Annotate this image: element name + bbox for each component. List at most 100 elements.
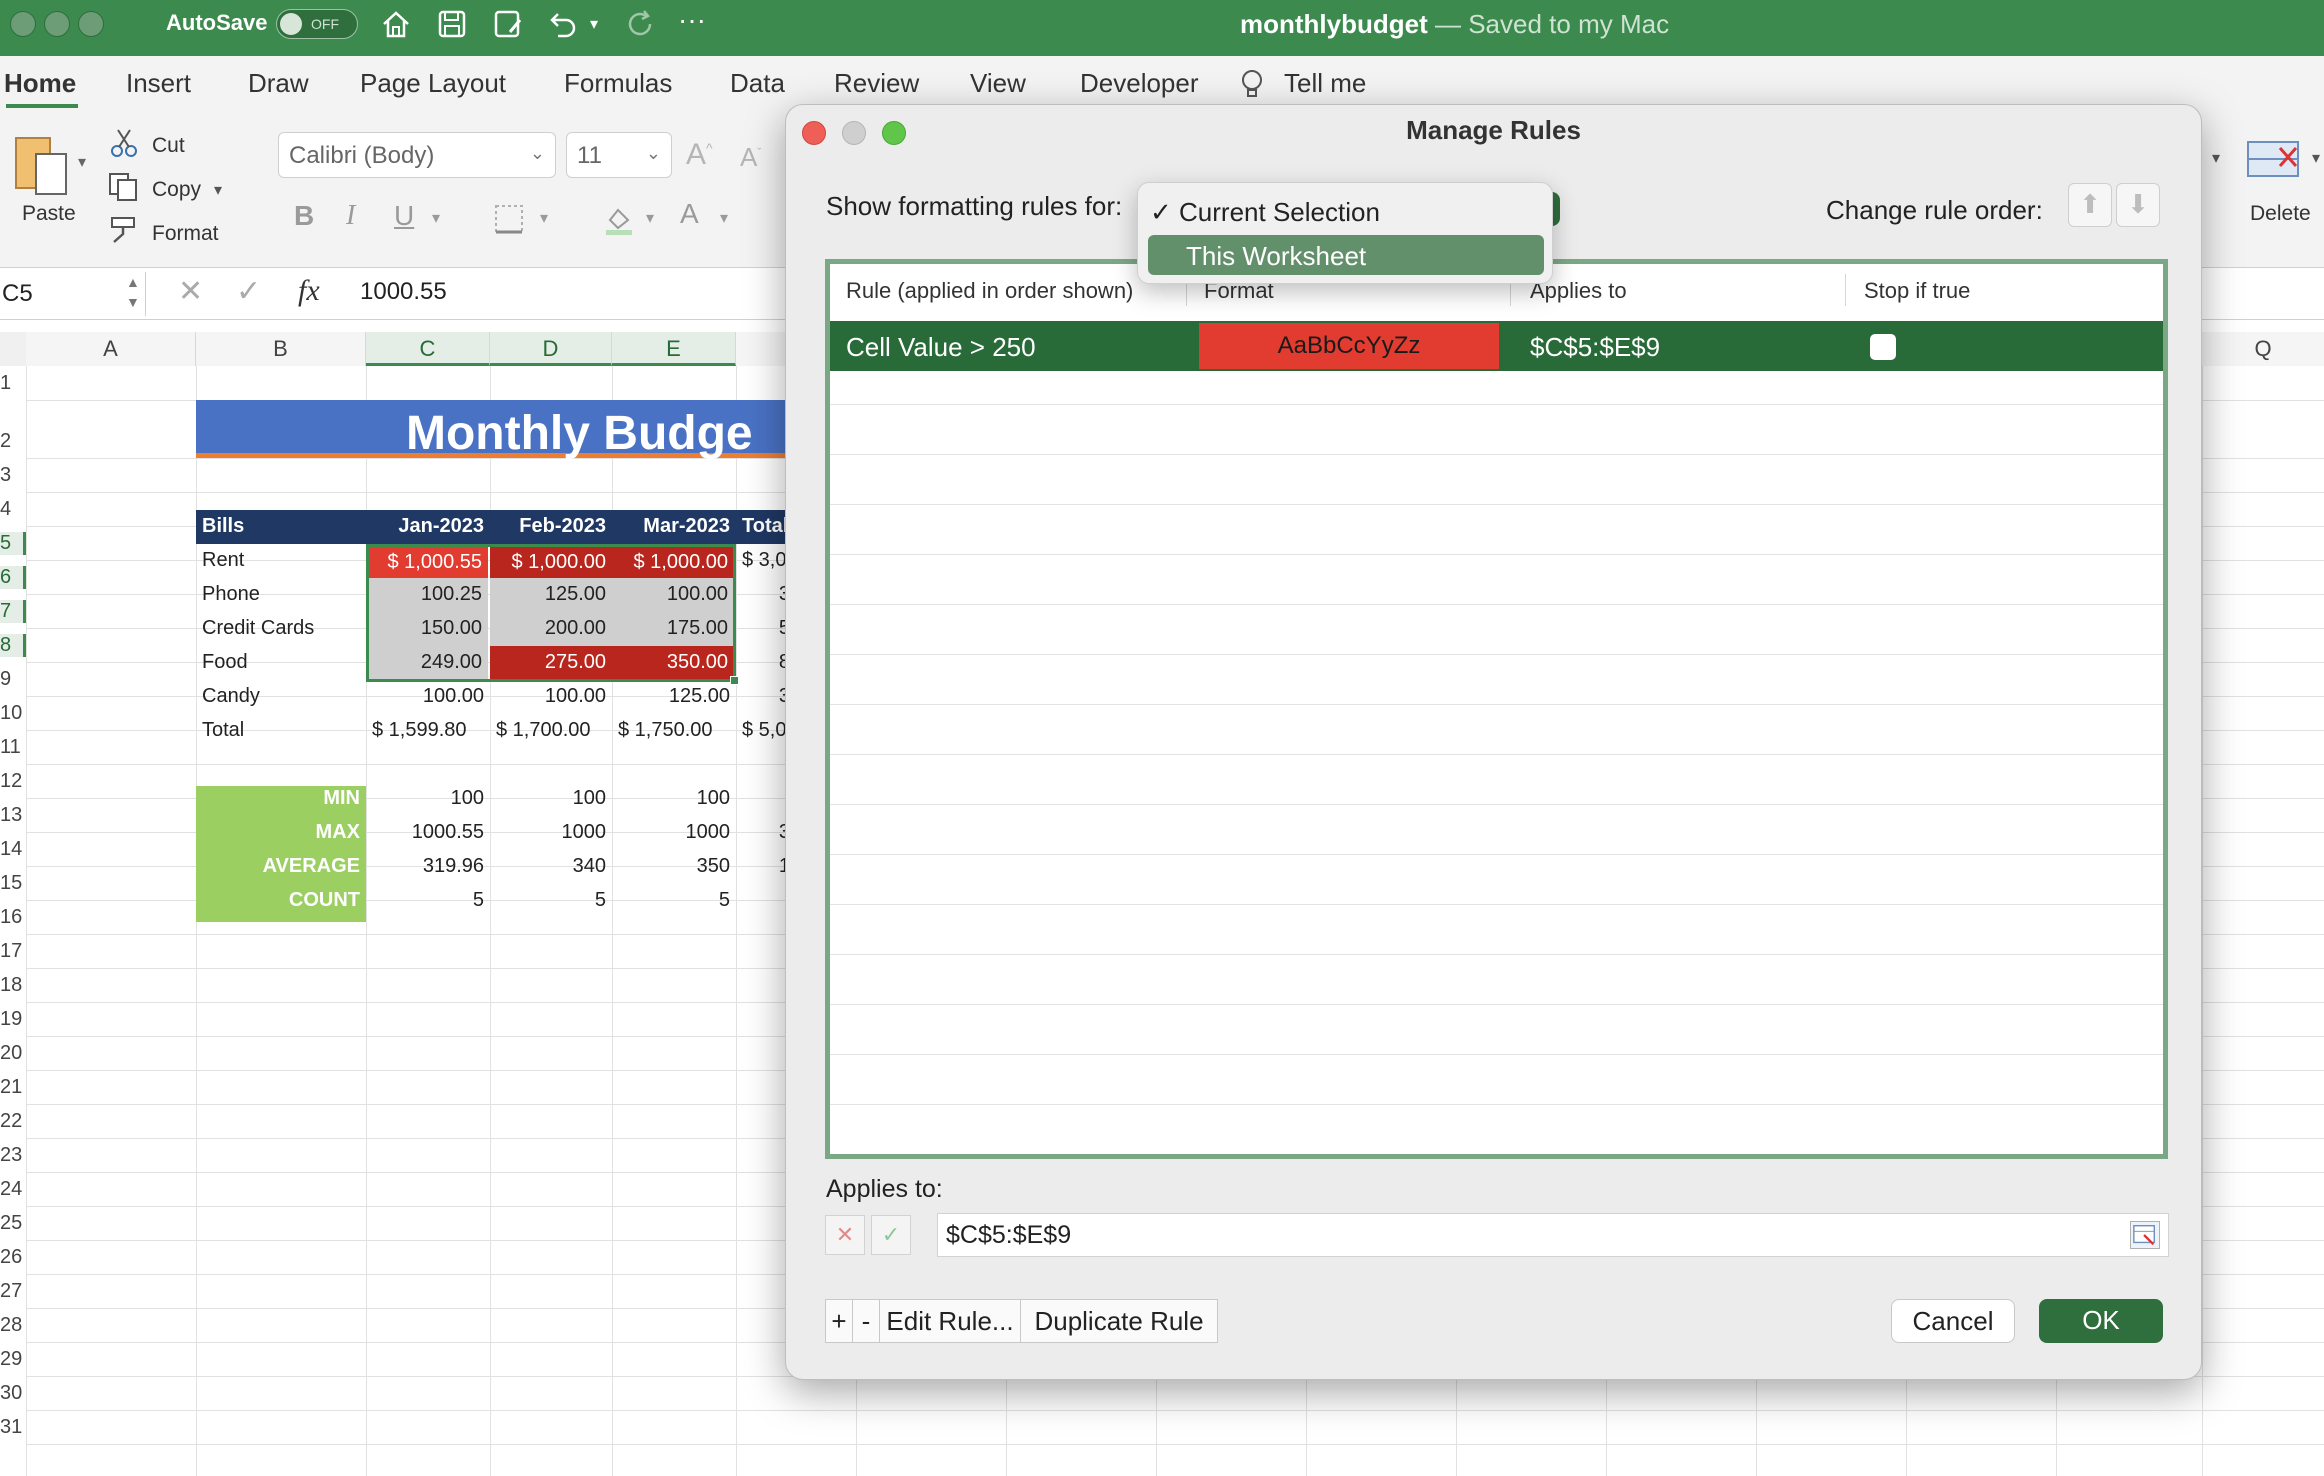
- format-painter-button[interactable]: Format: [152, 222, 219, 246]
- undo-dropdown-chevron-icon[interactable]: ▾: [590, 14, 598, 34]
- tab-home[interactable]: Home: [4, 68, 76, 99]
- underline-options-chevron-icon[interactable]: ▾: [432, 208, 440, 228]
- row-header[interactable]: 15: [0, 872, 26, 895]
- select-all-corner[interactable]: [0, 332, 26, 366]
- bill-name[interactable]: Total: [196, 714, 366, 748]
- cancel-range-icon[interactable]: ✕: [825, 1215, 865, 1255]
- decrease-font-size-icon[interactable]: Aˇ: [740, 142, 761, 173]
- borders-chevron-icon[interactable]: ▾: [540, 208, 548, 228]
- save-icon[interactable]: [434, 6, 470, 42]
- underline-icon[interactable]: U: [394, 200, 414, 232]
- column-header-a[interactable]: A: [26, 332, 196, 366]
- window-zoom-button[interactable]: [78, 11, 104, 37]
- copy-options-chevron-icon[interactable]: ▾: [214, 180, 222, 200]
- fill-handle[interactable]: [730, 676, 739, 685]
- cut-icon[interactable]: [110, 128, 138, 158]
- cell-e9[interactable]: 125.00: [612, 680, 736, 714]
- cut-button[interactable]: Cut: [152, 134, 185, 158]
- copy-button[interactable]: Copy: [152, 178, 201, 202]
- confirm-range-icon[interactable]: ✓: [871, 1215, 911, 1255]
- move-rule-down-button[interactable]: ⬇: [2116, 183, 2160, 227]
- confirm-entry-icon[interactable]: ✓: [236, 274, 261, 309]
- delete-button[interactable]: Delete: [2250, 202, 2311, 226]
- row-header[interactable]: 11: [0, 736, 26, 759]
- row-header[interactable]: 14: [0, 838, 26, 861]
- row-header[interactable]: 31: [0, 1416, 26, 1439]
- cell-c14[interactable]: 319.96: [366, 850, 490, 884]
- row-header[interactable]: 18: [0, 974, 26, 997]
- column-stop-if-true[interactable]: Stop if true: [1864, 278, 1970, 304]
- row-header[interactable]: 6: [0, 566, 26, 589]
- row-header[interactable]: 4: [0, 498, 26, 521]
- tab-page-layout[interactable]: Page Layout: [360, 68, 506, 99]
- row-header[interactable]: 16: [0, 906, 26, 929]
- rule-row[interactable]: Cell Value > 250 AaBbCcYyZz $C$5:$E$9: [830, 321, 2163, 371]
- italic-icon[interactable]: I: [346, 200, 355, 232]
- rule-scope-dropdown-menu[interactable]: ✓ Current Selection This Worksheet: [1137, 182, 1553, 284]
- format-painter-icon[interactable]: [108, 214, 140, 244]
- remove-rule-button[interactable]: -: [852, 1299, 880, 1343]
- cell-d10[interactable]: $ 1,700.00: [490, 714, 612, 748]
- row-header[interactable]: 17: [0, 940, 26, 963]
- delete-chevron-icon[interactable]: ▾: [2312, 148, 2320, 168]
- column-header-d[interactable]: D: [490, 332, 612, 366]
- cell-c15[interactable]: 5: [366, 884, 490, 918]
- header-jan[interactable]: Jan-2023: [366, 510, 490, 544]
- fill-color-icon[interactable]: [602, 204, 634, 236]
- stat-label[interactable]: MIN: [196, 782, 366, 816]
- font-color-icon[interactable]: A: [680, 198, 699, 230]
- row-header[interactable]: 24: [0, 1178, 26, 1201]
- cell-c12[interactable]: 100: [366, 782, 490, 816]
- row-header[interactable]: 25: [0, 1212, 26, 1235]
- column-header-q[interactable]: Q: [2202, 332, 2324, 366]
- tab-developer[interactable]: Developer: [1080, 68, 1199, 99]
- bill-name[interactable]: Rent: [196, 544, 366, 578]
- cell-c13[interactable]: 1000.55: [366, 816, 490, 850]
- font-size-select[interactable]: 11 ⌄: [566, 132, 672, 178]
- row-header[interactable]: 19: [0, 1008, 26, 1031]
- add-rule-button[interactable]: +: [825, 1299, 853, 1343]
- row-header[interactable]: 8: [0, 634, 26, 657]
- row-header[interactable]: 29: [0, 1348, 26, 1371]
- header-mar[interactable]: Mar-2023: [612, 510, 736, 544]
- bill-name[interactable]: Candy: [196, 680, 366, 714]
- row-header[interactable]: 3: [0, 464, 26, 487]
- tab-formulas[interactable]: Formulas: [564, 68, 672, 99]
- row-header[interactable]: 9: [0, 668, 26, 691]
- tab-insert[interactable]: Insert: [126, 68, 191, 99]
- paste-button[interactable]: Paste: [22, 202, 76, 226]
- copy-icon[interactable]: [108, 172, 140, 202]
- header-bills[interactable]: Bills: [196, 510, 366, 544]
- cancel-button[interactable]: Cancel: [1891, 1299, 2015, 1343]
- tab-data[interactable]: Data: [730, 68, 785, 99]
- delete-cells-icon[interactable]: [2244, 136, 2304, 186]
- column-header-e[interactable]: E: [612, 332, 736, 366]
- insert-function-icon[interactable]: fx: [298, 274, 320, 308]
- window-minimize-button[interactable]: [44, 11, 70, 37]
- redo-icon[interactable]: [622, 6, 658, 42]
- cell-d14[interactable]: 340: [490, 850, 612, 884]
- row-header[interactable]: 27: [0, 1280, 26, 1303]
- tab-review[interactable]: Review: [834, 68, 919, 99]
- home-icon[interactable]: [378, 6, 414, 42]
- column-header-b[interactable]: B: [196, 332, 366, 366]
- cell-e14[interactable]: 350: [612, 850, 736, 884]
- column-header-c[interactable]: C: [366, 332, 490, 366]
- cancel-entry-icon[interactable]: ✕: [178, 274, 203, 309]
- ok-button[interactable]: OK: [2039, 1299, 2163, 1343]
- tell-me-search[interactable]: Tell me: [1284, 68, 1366, 99]
- row-header[interactable]: 26: [0, 1246, 26, 1269]
- increase-font-size-icon[interactable]: A^: [686, 138, 713, 172]
- header-feb[interactable]: Feb-2023: [490, 510, 612, 544]
- applies-to-input[interactable]: $C$5:$E$9: [937, 1213, 2169, 1257]
- cell-c9[interactable]: 100.00: [366, 680, 490, 714]
- cell-e15[interactable]: 5: [612, 884, 736, 918]
- tab-view[interactable]: View: [970, 68, 1026, 99]
- option-this-worksheet[interactable]: This Worksheet: [1148, 235, 1544, 275]
- rules-list[interactable]: Rule (applied in order shown) Format App…: [825, 259, 2168, 1159]
- cell-d9[interactable]: 100.00: [490, 680, 612, 714]
- fill-color-chevron-icon[interactable]: ▾: [646, 208, 654, 228]
- bill-name[interactable]: Food: [196, 646, 366, 680]
- stop-if-true-checkbox[interactable]: [1870, 334, 1896, 360]
- tab-draw[interactable]: Draw: [248, 68, 309, 99]
